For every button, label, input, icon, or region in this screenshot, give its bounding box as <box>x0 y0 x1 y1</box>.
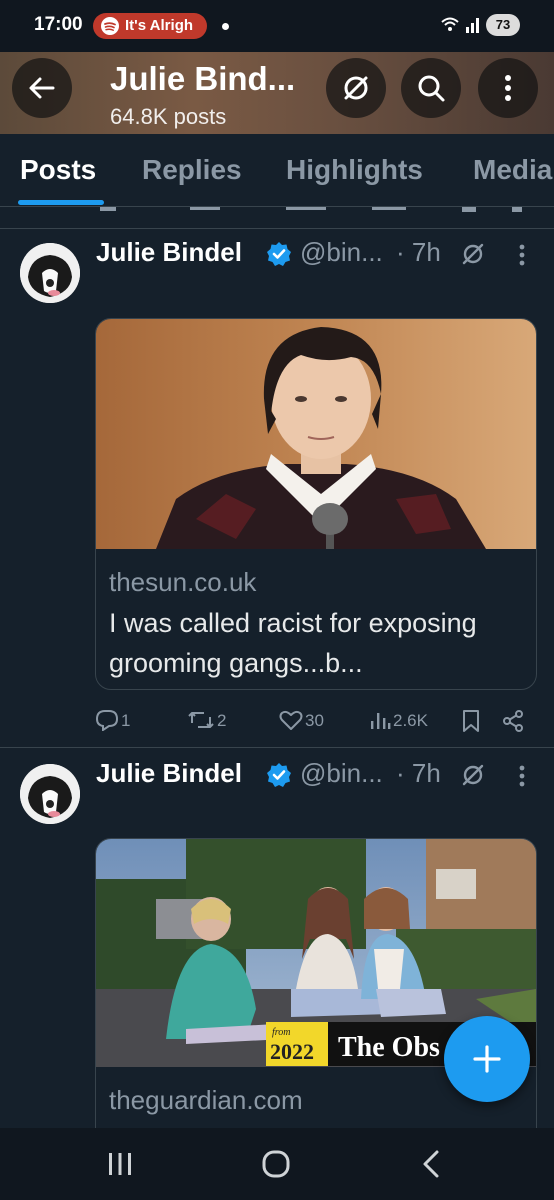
tweet-author[interactable]: Julie Bindel <box>96 758 242 789</box>
verified-badge-icon <box>267 763 291 787</box>
search-icon <box>418 75 445 102</box>
tweet-time: · 7h <box>396 237 441 267</box>
badge-from-label: from <box>272 1027 291 1038</box>
grok-icon <box>344 76 368 100</box>
grok-icon[interactable] <box>460 241 486 267</box>
previous-tweet-actions-cutoff <box>0 207 554 227</box>
reply-icon <box>95 710 119 731</box>
tweet-handle[interactable]: @bin... <box>300 758 383 789</box>
status-time: 17:00 <box>34 14 83 35</box>
back-arrow-icon <box>29 77 55 99</box>
like-icon <box>279 710 303 730</box>
badge-publication-label: The Obs <box>338 1032 440 1063</box>
system-navigation-bar <box>0 1128 554 1200</box>
spotify-track-text: It's Alrigh <box>125 17 194 34</box>
profile-header: Julie Bind... 64.8K posts <box>0 52 554 134</box>
active-tab-indicator <box>18 200 104 205</box>
like-count: 30 <box>305 711 324 730</box>
tweet-actions: 1 2 30 2.6K <box>95 707 535 735</box>
reply-count: 1 <box>121 711 131 730</box>
link-card[interactable]: thesun.co.uk I was called racist for exp… <box>95 318 537 690</box>
spotify-now-playing-pill[interactable]: It's Alrigh <box>93 13 207 39</box>
badge-year-label: 2022 <box>270 1039 314 1064</box>
tweet-1[interactable]: Julie Bindel @bin... · 7h thesun.co.uk I… <box>0 229 554 747</box>
spotify-icon <box>101 17 119 35</box>
avatar[interactable] <box>20 243 80 303</box>
tweet-handle[interactable]: @bin... <box>300 237 383 268</box>
more-options-button[interactable] <box>478 58 538 118</box>
more-vertical-icon[interactable] <box>514 764 530 788</box>
compose-button[interactable] <box>444 1016 530 1102</box>
more-vertical-icon <box>505 75 511 101</box>
tab-posts[interactable]: Posts <box>20 154 96 186</box>
tweet-author[interactable]: Julie Bindel <box>96 237 242 268</box>
verified-badge-icon <box>267 242 291 266</box>
status-bar: 17:00 It's Alrigh 73 <box>0 0 554 52</box>
tab-media[interactable]: Media <box>473 154 552 186</box>
tab-highlights[interactable]: Highlights <box>286 154 423 186</box>
back-button[interactable] <box>12 58 72 118</box>
post-count: 64.8K posts <box>110 104 227 129</box>
home-icon[interactable] <box>260 1148 292 1180</box>
link-card-domain: thesun.co.uk <box>109 567 257 597</box>
grok-button[interactable] <box>326 58 386 118</box>
tab-replies[interactable]: Replies <box>142 154 242 186</box>
recent-apps-icon[interactable] <box>106 1150 134 1178</box>
search-button[interactable] <box>401 58 461 118</box>
tweet-time: · 7h <box>396 758 441 788</box>
grok-icon[interactable] <box>460 762 486 788</box>
share-icon[interactable] <box>501 709 525 733</box>
avatar[interactable] <box>20 764 80 824</box>
retweet-count: 2 <box>217 711 227 730</box>
bookmark-icon[interactable] <box>461 709 481 733</box>
profile-tabs: Posts Replies Highlights Media <box>0 134 554 207</box>
battery-indicator: 73 <box>486 14 520 36</box>
wifi-signal-icon <box>440 14 482 40</box>
retweet-icon <box>188 712 214 728</box>
compose-plus-icon <box>473 1045 501 1073</box>
link-card-title: I was called racist for exposing groomin… <box>109 608 477 678</box>
link-card-domain: theguardian.com <box>109 1085 303 1115</box>
more-vertical-icon[interactable] <box>514 243 530 267</box>
views-count: 2.6K <box>393 711 428 730</box>
link-card-image <box>96 319 536 549</box>
views-icon <box>371 713 391 729</box>
notification-dot-icon <box>222 23 229 30</box>
back-nav-icon[interactable] <box>416 1148 448 1180</box>
page-title: Julie Bind... <box>110 60 296 97</box>
